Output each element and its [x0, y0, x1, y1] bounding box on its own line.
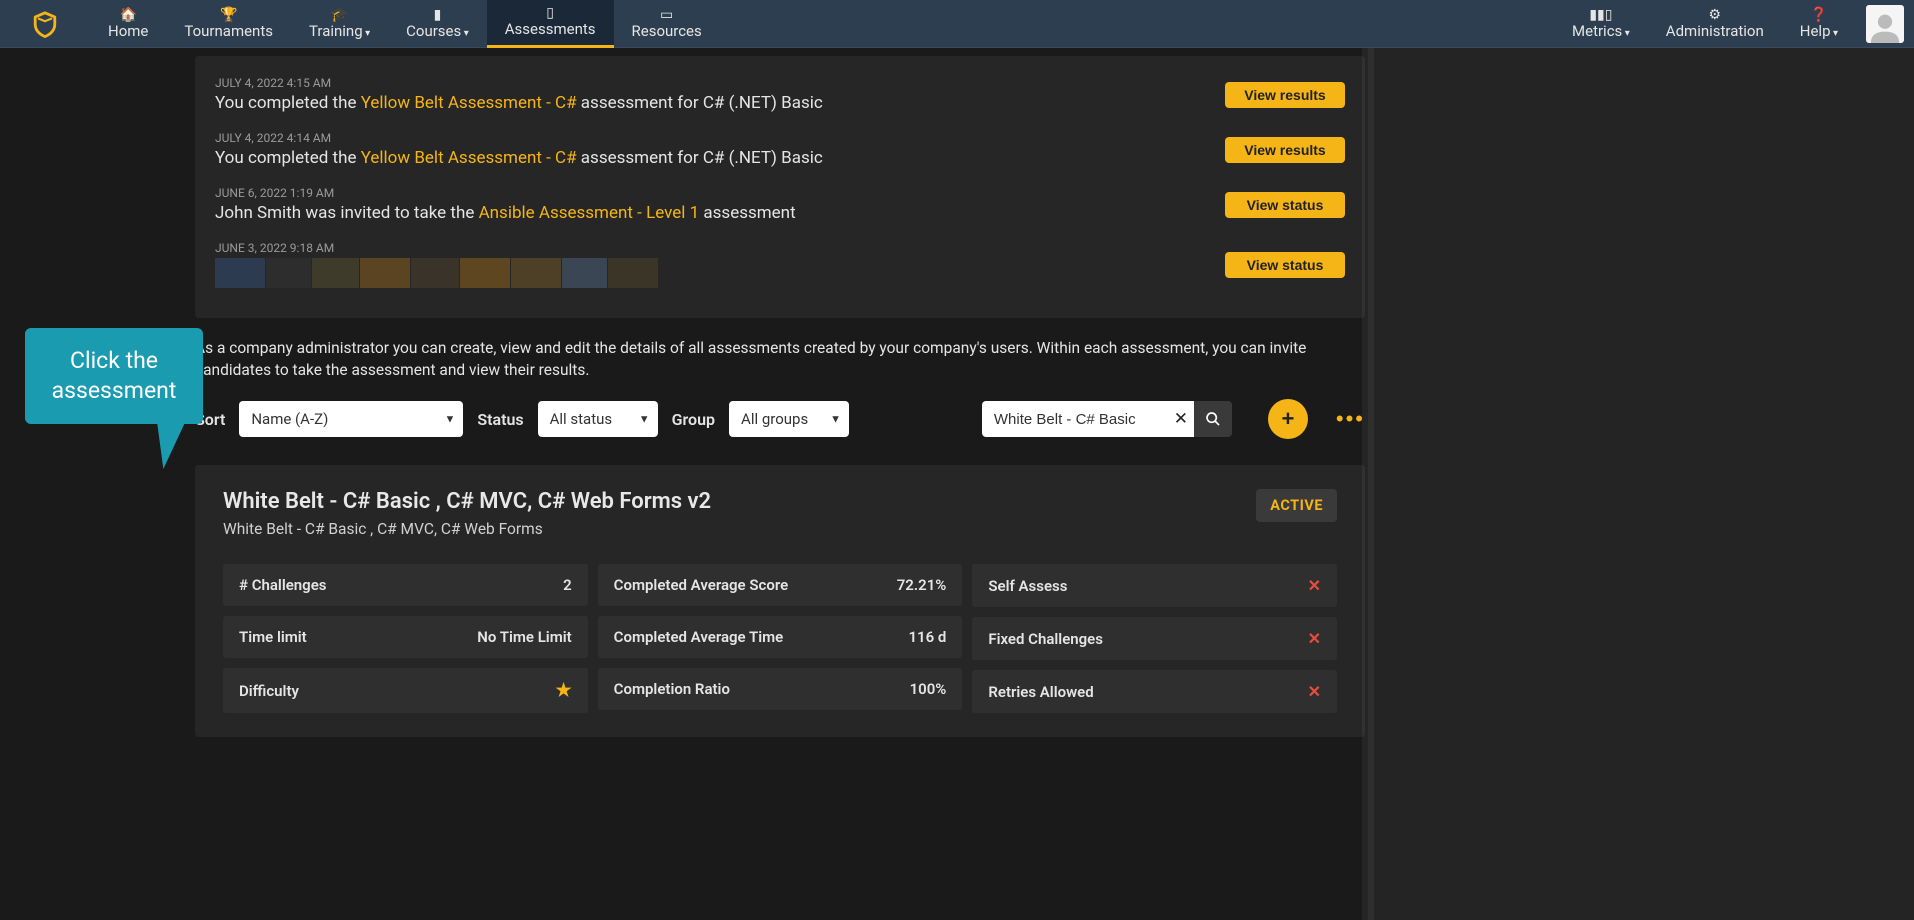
nav-resources[interactable]: ▭Resources — [614, 0, 720, 48]
activity-link[interactable]: Yellow Belt Assessment - C# — [361, 148, 577, 168]
logo[interactable] — [0, 10, 90, 38]
stat-fixed-challenges: Fixed Challenges ✕ — [972, 617, 1337, 660]
activity-text: You completed the Yellow Belt Assessment… — [215, 148, 1225, 168]
status-badge: ACTIVE — [1256, 489, 1337, 522]
search-button[interactable] — [1194, 401, 1232, 437]
help-icon: ❓ — [1810, 8, 1827, 22]
sort-select[interactable]: Name (A-Z)▼ — [239, 401, 463, 437]
stat-avg-score: Completed Average Score 72.21% — [598, 564, 963, 606]
group-label: Group — [672, 410, 715, 429]
stat-retries-allowed: Retries Allowed ✕ — [972, 670, 1337, 713]
nav-metrics[interactable]: ▮▮▯Metrics — [1554, 0, 1648, 48]
activity-link[interactable]: Ansible Assessment - Level 1 — [479, 203, 700, 223]
activity-item: JULY 4, 2022 4:14 AM You completed the Y… — [215, 125, 1345, 180]
document-icon: ▯ — [546, 6, 554, 20]
assessment-title: White Belt - C# Basic , C# MVC, C# Web F… — [223, 489, 1256, 514]
intro-text: As a company administrator you can creat… — [195, 338, 1365, 381]
assessment-subtitle: White Belt - C# Basic , C# MVC, C# Web F… — [223, 520, 1256, 538]
x-icon: ✕ — [1308, 682, 1321, 701]
stat-grid: # Challenges 2 Time limit No Time Limit … — [223, 564, 1337, 713]
nav-courses[interactable]: ▮Courses — [388, 0, 487, 48]
status-label: Status — [477, 410, 523, 429]
nav-assessments[interactable]: ▯Assessments — [487, 0, 614, 48]
stat-self-assess: Self Assess ✕ — [972, 564, 1337, 607]
nav-tournaments[interactable]: 🏆Tournaments — [166, 0, 291, 48]
right-background — [1368, 48, 1914, 920]
activity-date: JULY 4, 2022 4:14 AM — [215, 131, 1225, 145]
chevron-down-icon: ▼ — [639, 413, 650, 426]
nav-home[interactable]: 🏠Home — [90, 0, 166, 48]
activity-date: JULY 4, 2022 4:15 AM — [215, 76, 1225, 90]
chart-icon: ▮▮▯ — [1589, 8, 1612, 22]
filter-row: Sort Name (A-Z)▼ Status All status▼ Grou… — [195, 399, 1365, 439]
view-results-button[interactable]: View results — [1225, 82, 1345, 108]
stat-challenges: # Challenges 2 — [223, 564, 588, 606]
activity-date: JUNE 3, 2022 9:18 AM — [215, 241, 1225, 255]
tutorial-callout: Click the assessment — [25, 328, 203, 424]
activity-text: John Smith was invited to take the Ansib… — [215, 203, 1225, 223]
gear-icon: ⚙ — [1709, 8, 1722, 22]
presentation-icon: ▭ — [660, 8, 673, 22]
activity-item: JULY 4, 2022 4:15 AM You completed the Y… — [215, 70, 1345, 125]
top-nav: 🏠Home 🏆Tournaments 🎓Training ▮Courses ▯A… — [0, 0, 1914, 48]
clear-search-button[interactable]: ✕ — [1168, 401, 1194, 437]
trophy-icon: 🏆 — [220, 8, 237, 22]
chevron-down-icon: ▼ — [444, 413, 455, 426]
stat-difficulty: Difficulty ★ — [223, 668, 588, 713]
assessment-card[interactable]: White Belt - C# Basic , C# MVC, C# Web F… — [195, 465, 1365, 737]
scrollbar-track[interactable] — [1362, 48, 1374, 920]
home-icon: 🏠 — [119, 8, 136, 22]
x-icon: ✕ — [1308, 629, 1321, 648]
stat-completion-ratio: Completion Ratio 100% — [598, 668, 963, 710]
user-avatar[interactable] — [1866, 5, 1904, 43]
stat-avg-time: Completed Average Time 116 d — [598, 616, 963, 658]
activity-feed: JULY 4, 2022 4:15 AM You completed the Y… — [195, 56, 1365, 318]
view-results-button[interactable]: View results — [1225, 137, 1345, 163]
search-input[interactable] — [982, 401, 1194, 437]
search-icon — [1205, 411, 1221, 427]
nav-help[interactable]: ❓Help — [1782, 0, 1856, 48]
activity-date: JUNE 6, 2022 1:19 AM — [215, 186, 1225, 200]
view-status-button[interactable]: View status — [1225, 192, 1345, 218]
star-icon: ★ — [556, 680, 572, 701]
more-options-button[interactable]: ••• — [1336, 406, 1365, 432]
x-icon: ✕ — [1308, 576, 1321, 595]
book-icon: ▮ — [434, 8, 442, 22]
status-select[interactable]: All status▼ — [538, 401, 658, 437]
nav-training[interactable]: 🎓Training — [291, 0, 388, 48]
nav-administration[interactable]: ⚙Administration — [1648, 0, 1782, 48]
stat-time-limit: Time limit No Time Limit — [223, 616, 588, 658]
activity-item: JUNE 6, 2022 1:19 AM John Smith was invi… — [215, 180, 1345, 235]
graduation-icon: 🎓 — [331, 8, 348, 22]
activity-link[interactable]: Yellow Belt Assessment - C# — [361, 93, 577, 113]
chevron-down-icon: ▼ — [830, 413, 841, 426]
activity-item: JUNE 3, 2022 9:18 AM View status — [215, 235, 1345, 300]
redacted-content — [215, 258, 1225, 288]
activity-text: You completed the Yellow Belt Assessment… — [215, 93, 1225, 113]
add-assessment-button[interactable]: + — [1268, 399, 1308, 439]
view-status-button[interactable]: View status — [1225, 252, 1345, 278]
group-select[interactable]: All groups▼ — [729, 401, 849, 437]
